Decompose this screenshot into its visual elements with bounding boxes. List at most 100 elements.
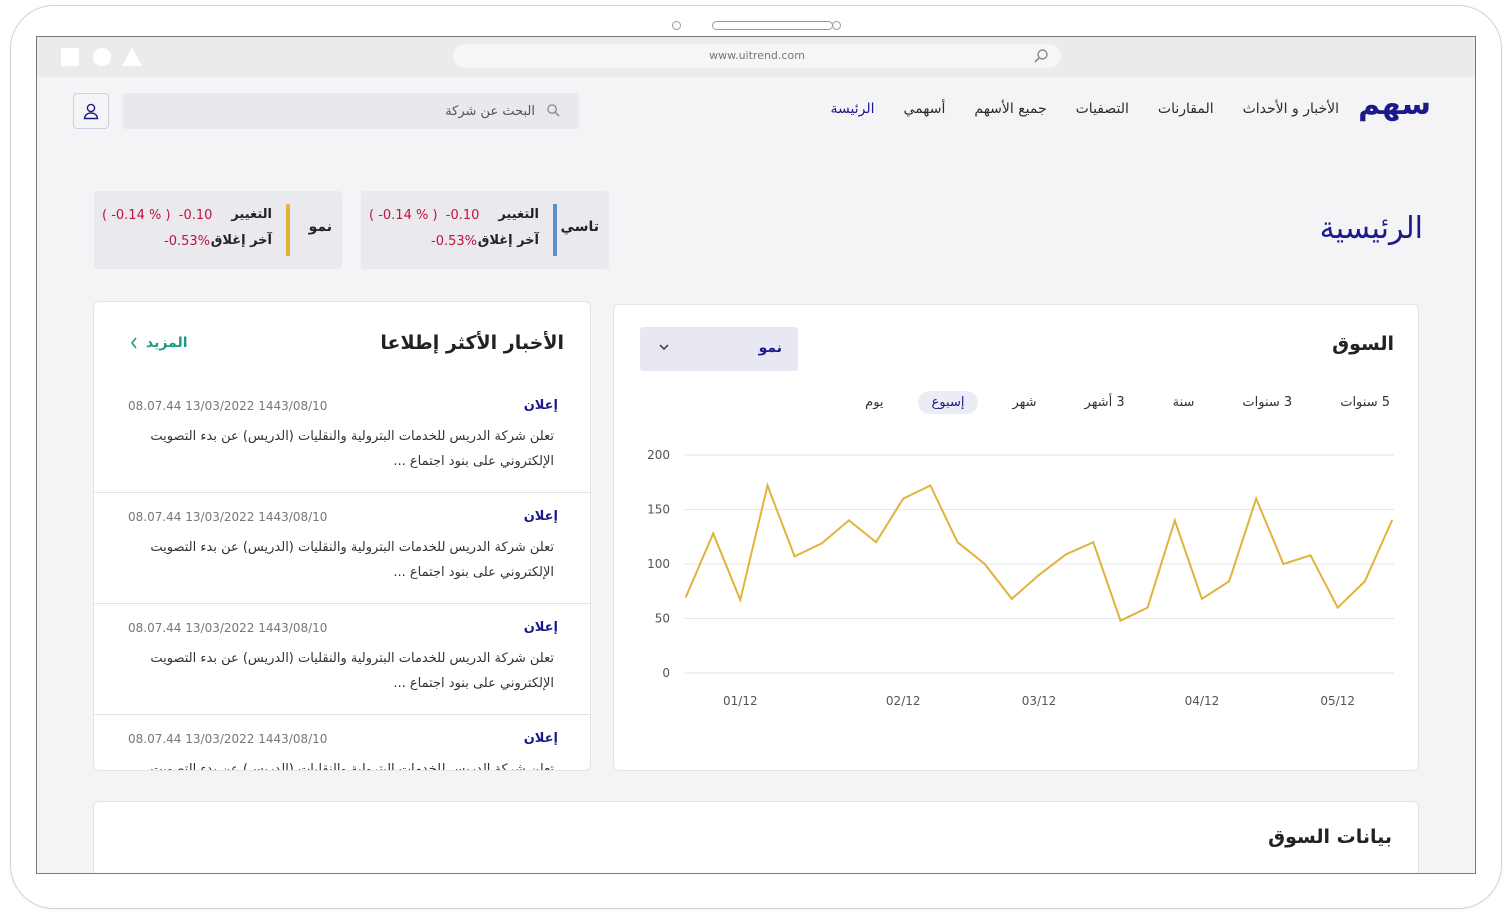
y-tick-label: 150 — [647, 503, 670, 517]
top-navigation: سهم الرئيسة أسهمي جميع الأسهم التصفيات ا… — [37, 77, 1475, 147]
y-tick-label: 200 — [647, 448, 670, 462]
x-tick-label: 03/12 — [1022, 694, 1057, 708]
news-title: الأخبار الأكثر إطلاعا — [380, 332, 564, 354]
data-point — [1119, 619, 1122, 622]
data-point — [820, 542, 823, 545]
data-point — [766, 484, 769, 487]
x-tick-label: 04/12 — [1185, 694, 1220, 708]
series-line — [685, 482, 1393, 623]
x-tick-label: 05/12 — [1320, 694, 1355, 708]
market-line-chart: 0 50 100 150 200 01/12 02/12 03/12 04/12 05/12 — [647, 448, 1394, 708]
sensor-dot — [832, 21, 841, 30]
nav-item-home[interactable]: الرئيسة — [831, 101, 875, 117]
data-point — [712, 532, 715, 535]
page-title: الرئيسية — [1319, 211, 1423, 246]
x-tick-label: 01/12 — [723, 694, 758, 708]
news-item[interactable]: إعلان 08.07.44 13/03/2022 1443/08/10 تعل… — [94, 715, 590, 770]
news-text: تعلن شركة الدريس للخدمات البترولية والنق… — [150, 651, 554, 691]
ticker-card-tasi[interactable]: تاسي التغيير آخر إغلاق ( -0.14 % ) -0.10… — [361, 191, 609, 269]
ticker-name: نمو — [308, 219, 332, 235]
data-point — [1391, 519, 1393, 522]
data-point — [956, 541, 959, 544]
y-tick-label: 100 — [647, 557, 670, 571]
news-item[interactable]: إعلان 08.07.44 13/03/2022 1443/08/10 تعل… — [94, 604, 590, 715]
data-point — [793, 555, 796, 558]
change-value: -0.10 — [445, 208, 480, 223]
y-tick-label: 0 — [662, 666, 670, 680]
address-bar[interactable]: www.uitrend.com — [453, 44, 1061, 68]
data-point — [1309, 554, 1312, 557]
data-point — [902, 497, 905, 500]
market-title: السوق — [1332, 333, 1394, 355]
data-point — [983, 563, 986, 565]
change-value: -0.10 — [178, 208, 213, 223]
company-search — [123, 93, 579, 129]
ticker-accent-bar — [553, 204, 557, 256]
change-pct: ( -0.14 % ) — [369, 208, 438, 223]
square-shape-icon — [61, 48, 79, 66]
data-point — [1363, 580, 1366, 583]
data-point — [875, 541, 878, 544]
ticker-card-nomu[interactable]: نمو التغيير آخر إغلاق ( -0.14 % ) -0.10 … — [94, 191, 342, 269]
x-tick-label: 02/12 — [886, 694, 921, 708]
main-nav: الرئيسة أسهمي جميع الأسهم التصفيات المقا… — [831, 101, 1339, 117]
y-tick-label: 50 — [655, 612, 670, 626]
data-point — [685, 595, 687, 598]
data-point — [1038, 573, 1040, 576]
index-dropdown[interactable]: نمو — [640, 327, 798, 371]
brand-logo[interactable]: سهم — [1358, 87, 1431, 122]
nav-item-news-events[interactable]: الأخبار و الأحداث — [1243, 101, 1339, 117]
range-month[interactable]: شهر — [998, 391, 1050, 414]
market-data-title: بيانات السوق — [1268, 826, 1392, 848]
user-account-button[interactable] — [73, 93, 109, 129]
close-label: آخر إغلاق — [210, 233, 272, 248]
chevron-down-icon — [659, 344, 669, 351]
news-date: 08.07.44 13/03/2022 1443/08/10 — [128, 732, 328, 746]
close-value: -0.53% — [431, 234, 477, 249]
search-icon — [547, 104, 560, 117]
range-5-years[interactable]: 5 سنوات — [1326, 391, 1404, 414]
news-item[interactable]: إعلان 08.07.44 13/03/2022 1443/08/10 تعل… — [94, 493, 590, 604]
range-year[interactable]: سنة — [1159, 391, 1209, 414]
data-point — [1282, 563, 1285, 565]
range-week[interactable]: إسبوع — [917, 391, 979, 414]
change-pct: ( -0.14 % ) — [102, 208, 171, 223]
data-point — [1092, 541, 1095, 544]
data-point — [847, 519, 850, 522]
close-label: آخر إغلاق — [477, 233, 539, 248]
range-day[interactable]: يوم — [851, 391, 897, 414]
chevron-left-icon — [130, 337, 137, 349]
news-card: الأخبار الأكثر إطلاعا المزيد إعلان 08.07… — [93, 301, 591, 771]
browser-bar: www.uitrend.com — [37, 37, 1475, 77]
market-data-card: بيانات السوق — [93, 801, 1419, 873]
camera-dot — [672, 21, 681, 30]
news-item[interactable]: إعلان 08.07.44 13/03/2022 1443/08/10 تعل… — [94, 382, 590, 493]
range-3-months[interactable]: 3 أشهر — [1071, 391, 1139, 414]
more-label: المزيد — [146, 335, 188, 351]
triangle-shape-icon — [122, 48, 142, 66]
nav-item-all-stocks[interactable]: جميع الأسهم — [974, 101, 1046, 117]
dropdown-value: نمو — [758, 340, 782, 356]
data-point — [929, 484, 932, 487]
nav-item-screeners[interactable]: التصفيات — [1076, 101, 1129, 117]
news-date: 08.07.44 13/03/2022 1443/08/10 — [128, 510, 328, 524]
news-date: 08.07.44 13/03/2022 1443/08/10 — [128, 399, 328, 413]
data-point — [1065, 553, 1068, 556]
close-value: -0.53% — [164, 234, 210, 249]
more-link[interactable]: المزيد — [130, 335, 188, 351]
data-point — [1200, 597, 1203, 600]
data-point — [1228, 580, 1231, 583]
data-point — [1255, 497, 1258, 500]
change-values: ( -0.14 % ) -0.10 — [102, 208, 212, 223]
search-input[interactable] — [155, 93, 535, 129]
circle-shape-icon — [93, 48, 111, 66]
nav-item-my-stocks[interactable]: أسهمي — [904, 101, 946, 117]
news-tag: إعلان — [523, 509, 558, 524]
news-tag: إعلان — [523, 398, 558, 413]
data-point — [1146, 606, 1149, 609]
news-tag: إعلان — [523, 731, 558, 746]
user-icon — [83, 103, 99, 120]
nav-item-comparisons[interactable]: المقارنات — [1158, 101, 1214, 117]
range-3-years[interactable]: 3 سنوات — [1228, 391, 1306, 414]
data-point — [1173, 519, 1176, 522]
